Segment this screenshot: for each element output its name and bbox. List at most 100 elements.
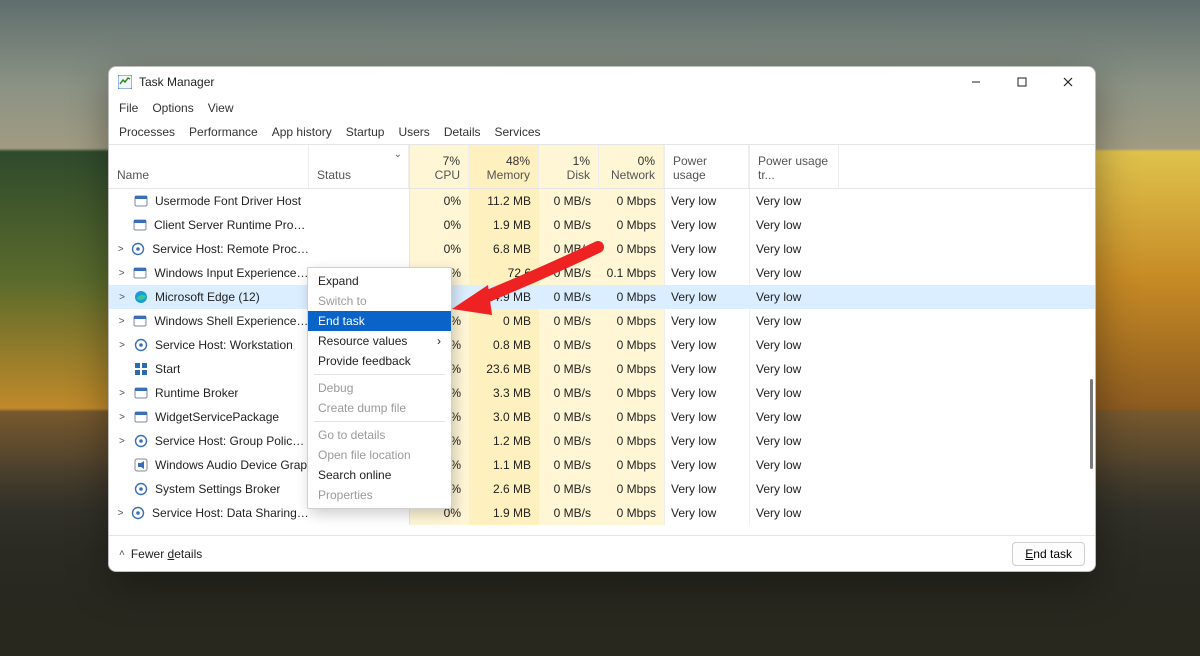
process-row[interactable]: Windows Audio Device Grap0%1.1 MB0 MB/s0…: [109, 453, 1095, 477]
end-task-button[interactable]: End task: [1012, 542, 1085, 566]
cell-net: 0 Mbps: [599, 213, 664, 237]
column-header-row[interactable]: Name ⌄Status 7%CPU 48%Memory 1%Disk 0%Ne…: [109, 145, 1095, 189]
cell-mem: 23.6 MB: [469, 357, 539, 381]
task-manager-window: Task Manager File Options View Processes…: [108, 66, 1096, 572]
cell-disk: 0 MB/s: [539, 309, 599, 333]
process-row[interactable]: >Service Host: Data Sharing Service0%1.9…: [109, 501, 1095, 525]
cell-disk: 0 MB/s: [539, 477, 599, 501]
tab-processes[interactable]: Processes: [119, 123, 175, 141]
process-name: System Settings Broker: [155, 482, 280, 496]
expand-chevron-icon[interactable]: >: [113, 340, 131, 351]
cell-net: 0 Mbps: [599, 333, 664, 357]
process-name: Microsoft Edge (12): [155, 290, 260, 304]
process-icon: [133, 289, 149, 305]
cell-pu: Very low: [664, 285, 749, 309]
cell-cpu: 0%: [409, 213, 469, 237]
cell-put: Very low: [749, 477, 839, 501]
ctx-open-file-location: Open file location: [308, 445, 451, 465]
menu-file[interactable]: File: [119, 101, 138, 115]
expand-chevron-icon[interactable]: >: [113, 268, 130, 279]
scrollbar-thumb[interactable]: [1090, 379, 1093, 469]
process-row[interactable]: >Windows Input Experience (3)˄0%72.60 MB…: [109, 261, 1095, 285]
cell-put: Very low: [749, 309, 839, 333]
close-button[interactable]: [1045, 67, 1091, 97]
expand-chevron-icon[interactable]: >: [113, 388, 131, 399]
cell-mem: 3.0 MB: [469, 405, 539, 429]
tab-performance[interactable]: Performance: [189, 123, 258, 141]
cell-net: 0 Mbps: [599, 405, 664, 429]
ctx-resource-values[interactable]: Resource values: [308, 331, 451, 351]
process-name: Service Host: Group Policy C: [155, 434, 309, 448]
cell-mem: 3.3 MB: [469, 381, 539, 405]
menubar: File Options View: [109, 97, 1095, 119]
ctx-search-online[interactable]: Search online: [308, 465, 451, 485]
col-memory: 48%Memory: [469, 145, 539, 188]
chevron-down-icon[interactable]: ⌄: [394, 149, 402, 160]
cell-put: Very low: [749, 405, 839, 429]
expand-chevron-icon[interactable]: >: [113, 412, 131, 423]
process-row[interactable]: System Settings Broker0%2.6 MB0 MB/s0 Mb…: [109, 477, 1095, 501]
maximize-button[interactable]: [999, 67, 1045, 97]
expand-chevron-icon[interactable]: >: [113, 244, 128, 255]
cell-mem: 0 MB: [469, 309, 539, 333]
cell-pu: Very low: [664, 381, 749, 405]
menu-options[interactable]: Options: [152, 101, 193, 115]
cell-net: 0 Mbps: [599, 309, 664, 333]
cell-pu: Very low: [664, 405, 749, 429]
cell-net: 0 Mbps: [599, 429, 664, 453]
tab-app-history[interactable]: App history: [272, 123, 332, 141]
process-icon: [133, 361, 149, 377]
minimize-button[interactable]: [953, 67, 999, 97]
cell-disk: 0 MB/s: [539, 429, 599, 453]
expand-chevron-icon[interactable]: >: [113, 316, 130, 327]
process-icon: [133, 457, 149, 473]
tab-startup[interactable]: Startup: [346, 123, 385, 141]
cell-pu: Very low: [664, 429, 749, 453]
expand-chevron-icon[interactable]: >: [113, 436, 131, 447]
expand-chevron-icon[interactable]: >: [113, 292, 131, 303]
tab-details[interactable]: Details: [444, 123, 481, 141]
cell-mem: 6.8 MB: [469, 237, 539, 261]
process-row[interactable]: >Runtime Broker0%3.3 MB0 MB/s0 MbpsVery …: [109, 381, 1095, 405]
process-icon: [130, 505, 146, 521]
process-row[interactable]: >Service Host: Workstation0%0.8 MB0 MB/s…: [109, 333, 1095, 357]
ctx-provide-feedback[interactable]: Provide feedback: [308, 351, 451, 371]
process-row[interactable]: Usermode Font Driver Host0%11.2 MB0 MB/s…: [109, 189, 1095, 213]
context-menu: Expand Switch to End task Resource value…: [307, 267, 452, 509]
process-row[interactable]: >WidgetServicePackage0%3.0 MB0 MB/s0 Mbp…: [109, 405, 1095, 429]
footer: ˄ Fewer details End task: [109, 535, 1095, 571]
cell-pu: Very low: [664, 237, 749, 261]
process-name: Service Host: Remote Procedure...: [152, 242, 309, 256]
chevron-up-icon[interactable]: ˄: [119, 548, 125, 559]
cell-mem: 324.9 MB: [469, 285, 539, 309]
process-list[interactable]: Usermode Font Driver Host0%11.2 MB0 MB/s…: [109, 189, 1095, 535]
process-name: WidgetServicePackage: [155, 410, 279, 424]
process-row[interactable]: Start0%23.6 MB0 MB/s0 MbpsVery lowVery l…: [109, 357, 1095, 381]
process-row[interactable]: >Microsoft Edge (12)324.9 MB0 MB/s0 Mbps…: [109, 285, 1095, 309]
cell-disk: 0 MB/s: [539, 405, 599, 429]
tab-services[interactable]: Services: [495, 123, 541, 141]
ctx-expand[interactable]: Expand: [308, 271, 451, 291]
cell-disk: 0 MB/s: [539, 381, 599, 405]
cell-mem: 0.8 MB: [469, 333, 539, 357]
cell-disk: 0 MB/s: [539, 453, 599, 477]
process-row[interactable]: Client Server Runtime Process0%1.9 MB0 M…: [109, 213, 1095, 237]
titlebar[interactable]: Task Manager: [109, 67, 1095, 97]
expand-chevron-icon[interactable]: >: [113, 508, 128, 519]
col-name: Name: [109, 145, 309, 188]
cell-net: 0 Mbps: [599, 381, 664, 405]
process-row[interactable]: >Windows Shell Experience Ho0%0 MB0 MB/s…: [109, 309, 1095, 333]
ctx-end-task[interactable]: End task: [308, 311, 451, 331]
menu-view[interactable]: View: [208, 101, 234, 115]
process-icon: [133, 385, 149, 401]
col-cpu: 7%CPU: [409, 145, 469, 188]
cell-put: Very low: [749, 357, 839, 381]
ctx-create-dump: Create dump file: [308, 398, 451, 418]
fewer-details-link[interactable]: Fewer details: [131, 547, 202, 561]
process-row[interactable]: >Service Host: Remote Procedure...0%6.8 …: [109, 237, 1095, 261]
tab-users[interactable]: Users: [398, 123, 429, 141]
process-row[interactable]: >Service Host: Group Policy C0%1.2 MB0 M…: [109, 429, 1095, 453]
cell-mem: 1.2 MB: [469, 429, 539, 453]
cell-pu: Very low: [664, 261, 749, 285]
cell-put: Very low: [749, 333, 839, 357]
